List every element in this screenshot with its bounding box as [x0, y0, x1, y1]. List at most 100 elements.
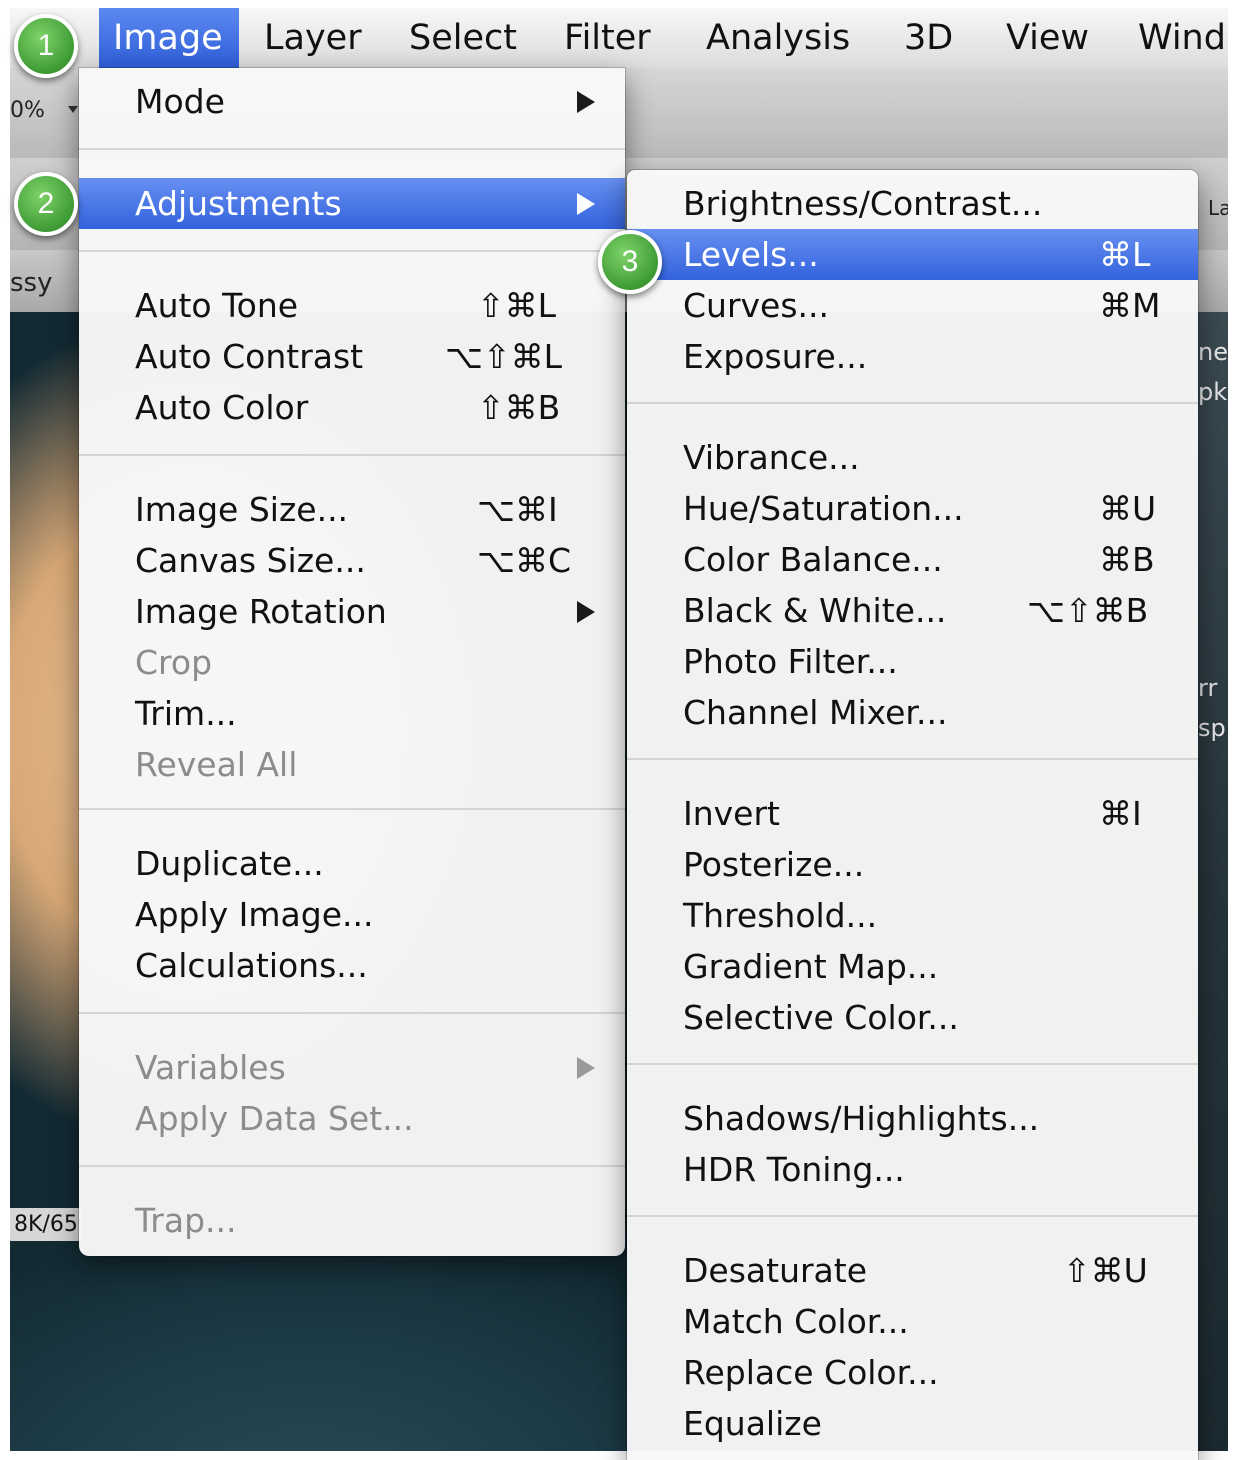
submenu-arrow-icon — [577, 91, 595, 113]
menu-item-posterize[interactable]: Posterize... — [627, 839, 1198, 890]
menu-item-variables: Variables — [79, 1042, 625, 1093]
menu-item-shortcut: ⇧⌘B — [477, 388, 561, 427]
menu-item-apply-data-set: Apply Data Set... — [79, 1093, 625, 1144]
menu-separator — [627, 1063, 1198, 1065]
menu-item-label: Apply Image... — [135, 895, 374, 934]
menu-item-label: Auto Contrast — [135, 337, 364, 376]
panel-text-fragment: sp — [1198, 714, 1226, 742]
menu-item-trim[interactable]: Trim... — [79, 688, 625, 739]
menu-item-brightness-contrast[interactable]: Brightness/Contrast... — [627, 178, 1198, 229]
menu-view[interactable]: View — [992, 8, 1103, 68]
menu-item-label: Apply Data Set... — [135, 1099, 414, 1138]
menu-item-label: Exposure... — [683, 337, 868, 376]
menu-item-calculations[interactable]: Calculations... — [79, 940, 625, 991]
menu-item-reveal-all: Reveal All — [79, 739, 625, 790]
zoom-level[interactable]: 0% — [10, 98, 45, 123]
menu-separator — [79, 148, 625, 150]
menu-item-shortcut: ⌥⇧⌘B — [1027, 591, 1149, 630]
menu-item-label: Shadows/Highlights... — [683, 1099, 1040, 1138]
menu-analysis[interactable]: Analysis — [692, 8, 864, 68]
menu-item-shortcut: ⌥⌘I — [477, 490, 558, 529]
step-2-badge: 2 — [14, 172, 78, 236]
menu-item-match-color[interactable]: Match Color... — [627, 1296, 1198, 1347]
menu-image[interactable]: Image — [99, 8, 239, 68]
menu-item-selective-color[interactable]: Selective Color... — [627, 992, 1198, 1043]
menu-item-label: Replace Color... — [683, 1353, 939, 1392]
menu-3d[interactable]: 3D — [890, 8, 967, 68]
menu-item-shortcut: ⌘U — [1099, 489, 1157, 528]
menu-item-label: Duplicate... — [135, 844, 324, 883]
menu-item-image-rotation[interactable]: Image Rotation — [79, 586, 625, 637]
menu-item-label: Adjustments — [135, 184, 342, 223]
zoom-dropdown-icon[interactable] — [68, 106, 78, 113]
menu-item-gradient-map[interactable]: Gradient Map... — [627, 941, 1198, 992]
menu-item-vibrance[interactable]: Vibrance... — [627, 432, 1198, 483]
submenu-arrow-icon — [577, 601, 595, 623]
menu-item-label: Reveal All — [135, 745, 298, 784]
menu-separator — [627, 1215, 1198, 1217]
menu-item-trap: Trap... — [79, 1195, 625, 1246]
menu-item-shadows-highlights[interactable]: Shadows/Highlights... — [627, 1093, 1198, 1144]
menu-item-channel-mixer[interactable]: Channel Mixer... — [627, 687, 1198, 738]
menu-item-label: Photo Filter... — [683, 642, 898, 681]
menu-item-shortcut: ⌥⇧⌘L — [445, 337, 563, 376]
menu-item-label: Invert — [683, 794, 780, 833]
menu-separator — [627, 402, 1198, 404]
menu-item-auto-color[interactable]: Auto Color ⇧⌘B — [79, 382, 625, 433]
submenu-arrow-icon — [577, 1057, 595, 1079]
menu-item-exposure[interactable]: Exposure... — [627, 331, 1198, 382]
menu-item-adjustments[interactable]: Adjustments — [79, 178, 625, 229]
menu-item-curves[interactable]: Curves... ⌘M — [627, 280, 1198, 331]
menu-item-auto-contrast[interactable]: Auto Contrast ⌥⇧⌘L — [79, 331, 625, 382]
adjustments-submenu: Brightness/Contrast... Levels... ⌘L Curv… — [627, 170, 1198, 1460]
menu-item-color-balance[interactable]: Color Balance... ⌘B — [627, 534, 1198, 585]
menu-item-levels[interactable]: Levels... ⌘L — [627, 229, 1198, 280]
menu-separator — [627, 758, 1198, 760]
menu-item-label: Black & White... — [683, 591, 947, 630]
document-tab-title[interactable]: ssy — [10, 268, 52, 298]
menu-item-label: Threshold... — [683, 896, 878, 935]
menu-item-label: Mode — [135, 82, 225, 121]
menu-item-shortcut: ⌘L — [1099, 235, 1151, 274]
menu-item-canvas-size[interactable]: Canvas Size... ⌥⌘C — [79, 535, 625, 586]
menu-item-shortcut: ⌥⌘C — [477, 541, 572, 580]
menu-item-shortcut: ⌘M — [1099, 286, 1161, 325]
menu-item-label: Gradient Map... — [683, 947, 939, 986]
menu-item-shortcut: ⇧⌘L — [477, 286, 557, 325]
menu-window[interactable]: Wind — [1124, 8, 1228, 68]
menu-item-invert[interactable]: Invert ⌘I — [627, 788, 1198, 839]
menu-item-desaturate[interactable]: Desaturate ⇧⌘U — [627, 1245, 1198, 1296]
menu-item-equalize[interactable]: Equalize — [627, 1398, 1198, 1449]
menu-item-label: Levels... — [683, 235, 819, 274]
step-3-badge: 3 — [598, 230, 662, 294]
menu-select[interactable]: Select — [395, 8, 531, 68]
menu-item-shortcut: ⌘I — [1099, 794, 1142, 833]
menu-item-label: HDR Toning... — [683, 1150, 905, 1189]
menu-item-apply-image[interactable]: Apply Image... — [79, 889, 625, 940]
menu-filter[interactable]: Filter — [550, 8, 665, 68]
image-menu: Mode Adjustments Auto Tone ⇧⌘L Auto Cont… — [79, 68, 625, 1256]
menu-item-hdr-toning[interactable]: HDR Toning... — [627, 1144, 1198, 1195]
menu-item-mode[interactable]: Mode — [79, 76, 625, 127]
menu-separator — [79, 454, 625, 456]
submenu-arrow-icon — [577, 193, 595, 215]
menu-item-auto-tone[interactable]: Auto Tone ⇧⌘L — [79, 280, 625, 331]
menu-item-label: Channel Mixer... — [683, 693, 948, 732]
menu-item-replace-color[interactable]: Replace Color... — [627, 1347, 1198, 1398]
menu-separator — [79, 1012, 625, 1014]
menu-item-label: Variables — [135, 1048, 286, 1087]
menu-item-label: Equalize — [683, 1404, 822, 1443]
menu-item-hue-saturation[interactable]: Hue/Saturation... ⌘U — [627, 483, 1198, 534]
menu-item-label: Calculations... — [135, 946, 368, 985]
menu-separator — [79, 808, 625, 810]
menu-item-label: Match Color... — [683, 1302, 909, 1341]
menu-item-threshold[interactable]: Threshold... — [627, 890, 1198, 941]
panel-text-fragment: pk — [1198, 378, 1228, 406]
menu-item-image-size[interactable]: Image Size... ⌥⌘I — [79, 484, 625, 535]
menu-layer[interactable]: Layer — [250, 8, 376, 68]
menu-item-black-white[interactable]: Black & White... ⌥⇧⌘B — [627, 585, 1198, 636]
menu-item-label: Desaturate — [683, 1251, 868, 1290]
menu-item-photo-filter[interactable]: Photo Filter... — [627, 636, 1198, 687]
menu-item-duplicate[interactable]: Duplicate... — [79, 838, 625, 889]
menu-item-label: Crop — [135, 643, 213, 682]
